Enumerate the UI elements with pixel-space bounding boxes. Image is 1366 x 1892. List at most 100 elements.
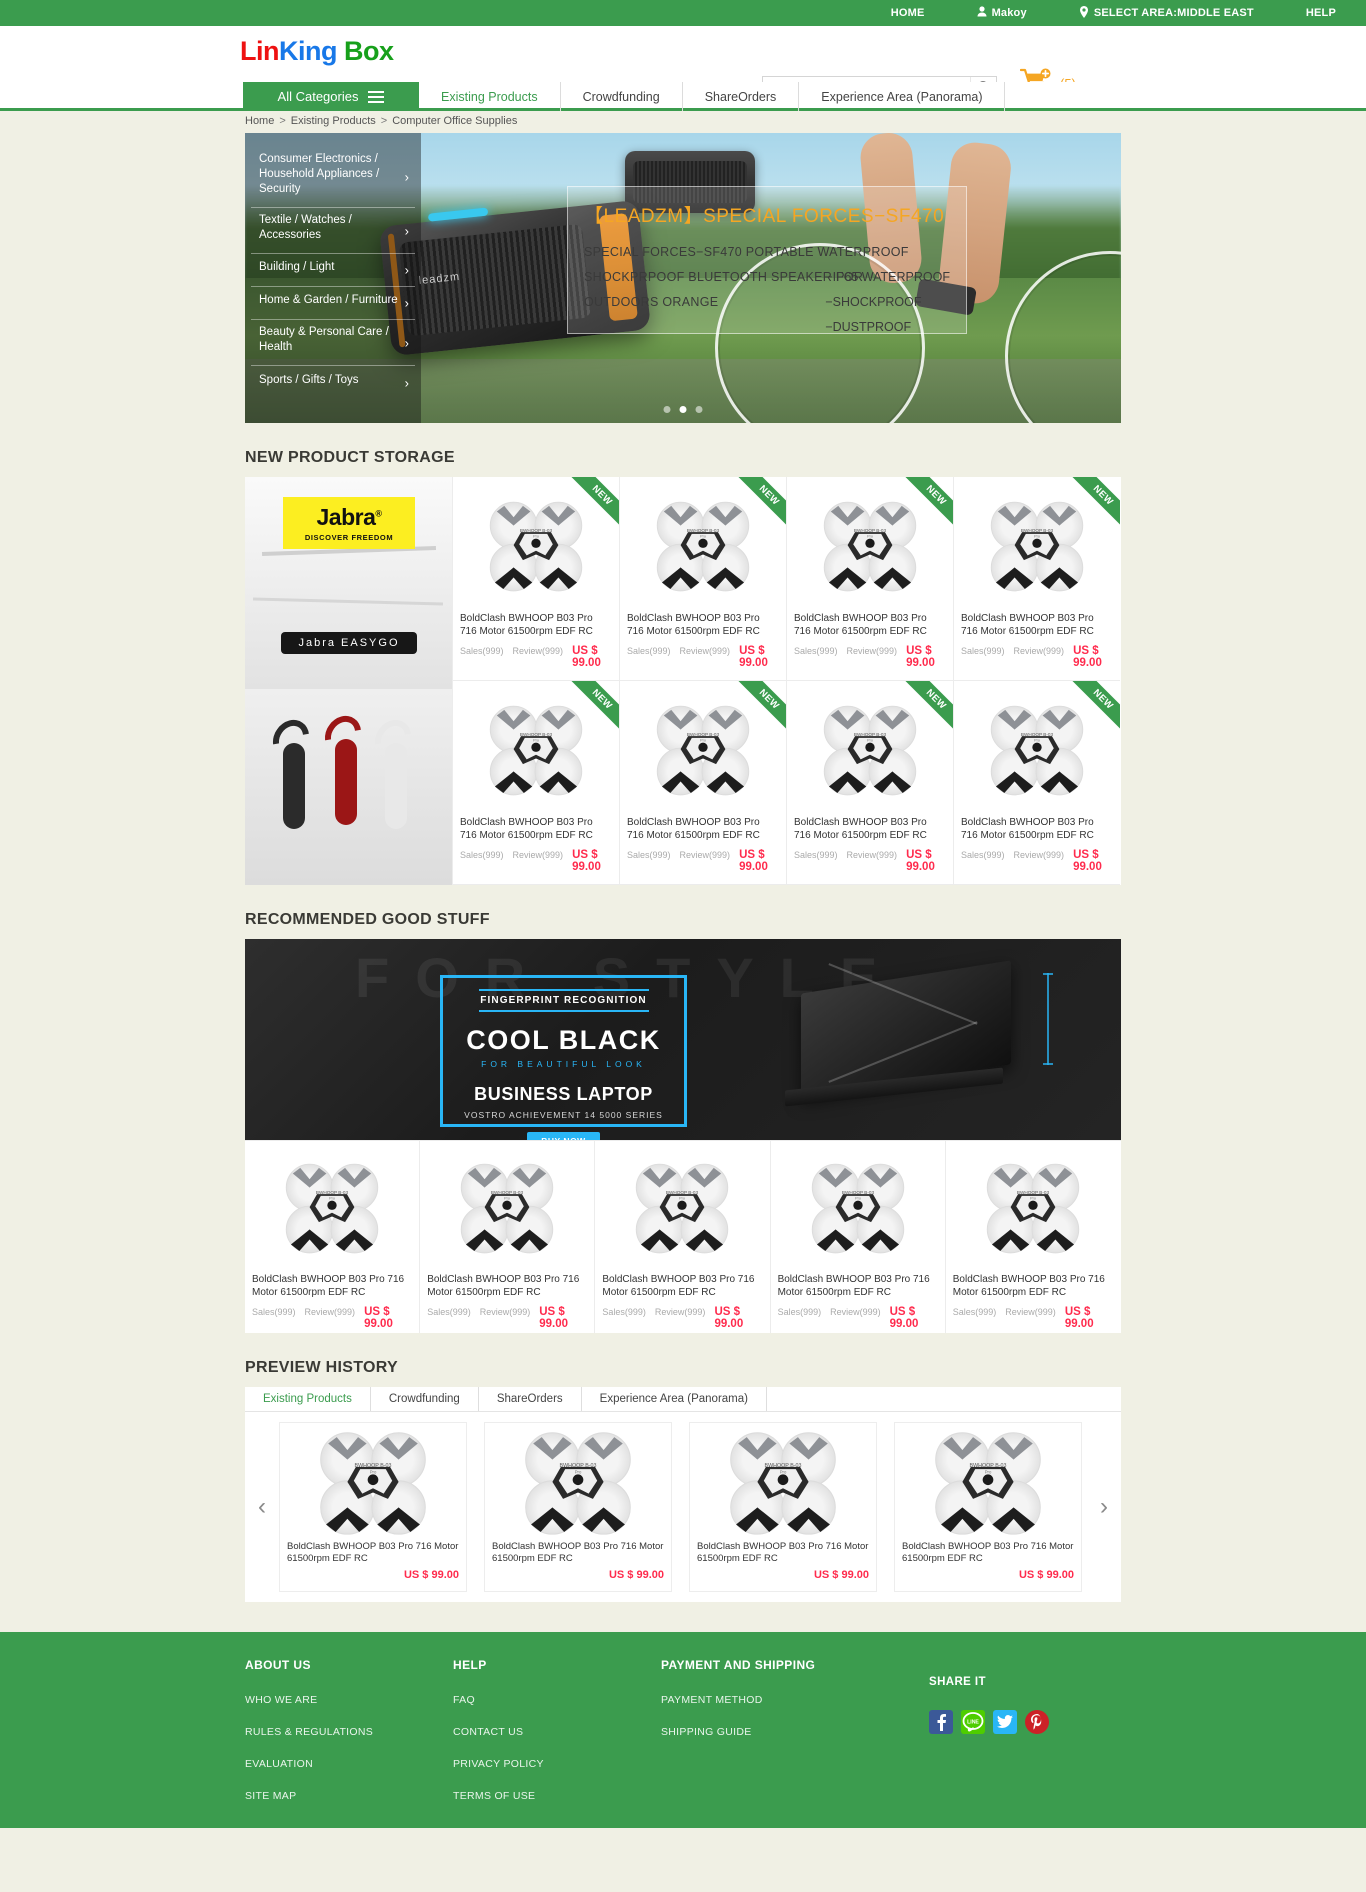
product-title: BoldClash BWHOOP B03 Pro 716 Motor 61500… [961,613,1094,637]
product-card[interactable]: NEW BWHOOP B-03 Pro BoldClash BWHOOP B03… [452,681,619,885]
preview-history-track: BWHOOP B-03 Pro BoldClash BWHOOP B03 Pro… [279,1412,1087,1602]
pinterest-icon[interactable] [1025,1710,1049,1734]
product-price: US $ 99.00 [739,849,768,873]
svg-text:BWHOOP B-03: BWHOOP B-03 [842,1190,875,1195]
product-info: BoldClash BWHOOP B03 Pro 716 Motor 61500… [787,612,953,669]
tab-experience-area[interactable]: Experience Area (Panorama) [582,1387,767,1411]
product-card[interactable]: BWHOOP B-03 Pro BoldClash BWHOOP B03 Pro… [420,1141,596,1333]
product-card[interactable]: NEW BWHOOP B-03 Pro BoldClash BWHOOP B03… [619,477,786,681]
svg-text:Pro: Pro [1034,534,1040,538]
breadcrumb-item-computer-office-supplies[interactable]: Computer Office Supplies [392,115,517,127]
carousel-dot-1[interactable] [663,406,671,413]
topbar-help-link[interactable]: HELP [1306,7,1336,19]
category-item-building-light[interactable]: Building / Light › [251,254,415,287]
breadcrumb-item-existing-products[interactable]: Existing Products [291,115,376,127]
category-item-sports-gifts-toys[interactable]: Sports / Gifts / Toys › [251,366,415,399]
footer-link-evaluation[interactable]: EVALUATION [245,1758,453,1770]
product-price: US $ 99.00 [889,1306,919,1330]
tab-crowdfunding[interactable]: Crowdfunding [371,1387,479,1411]
site-logo[interactable]: LinKing Box [240,36,394,67]
chevron-right-icon: › [404,335,409,350]
history-product-card[interactable]: BWHOOP B-03 Pro BoldClash BWHOOP B03 Pro… [484,1422,672,1592]
nav-item-existing-products[interactable]: Existing Products [419,82,561,111]
footer-link-rules-regulations[interactable]: RULES & REGULATIONS [245,1726,453,1738]
jabra-logo: Jabra® DISCOVER FREEDOM [283,497,415,549]
hero-feature-bullets: −IP65 WATERPROOF −SHOCKPROOF −DUSTPROOF [825,265,950,340]
product-card[interactable]: NEW BWHOOP B-03 Pro BoldClash BWHOOP B03… [786,477,953,681]
svg-text:LINE: LINE [967,1720,979,1726]
product-card[interactable]: NEW BWHOOP B-03 Pro BoldClash BWHOOP B03… [452,477,619,681]
nav-item-experience-area[interactable]: Experience Area (Panorama) [799,82,1006,111]
tab-existing-products[interactable]: Existing Products [245,1387,371,1411]
all-categories-button[interactable]: All Categories [243,82,419,111]
nav-item-crowdfunding[interactable]: Crowdfunding [561,82,683,111]
carousel-prev-button[interactable]: ‹ [245,1412,279,1602]
footer-link-site-map[interactable]: SITE MAP [245,1790,453,1802]
product-sales-count: Sales(999) [952,1307,997,1317]
section-title-preview-history: PREVIEW HISTORY [245,1359,398,1376]
product-card[interactable]: BWHOOP B-03 Pro BoldClash BWHOOP B03 Pro… [595,1141,771,1333]
product-card[interactable]: NEW BWHOOP B-03 Pro BoldClash BWHOOP B03… [953,477,1120,681]
product-title: BoldClash BWHOOP B03 Pro 716 Motor 61500… [777,1274,930,1298]
product-card[interactable]: NEW BWHOOP B-03 Pro BoldClash BWHOOP B03… [953,681,1120,885]
product-price: US $ 99.00 [364,1306,393,1330]
svg-text:BWHOOP B-03: BWHOOP B-03 [1021,528,1054,533]
history-product-card[interactable]: BWHOOP B-03 Pro BoldClash BWHOOP B03 Pro… [689,1422,877,1592]
topbar-select-area[interactable]: SELECT AREA: MIDDLE EAST [1079,5,1254,21]
drone-product-image: BWHOOP B-03 Pro [811,1163,904,1254]
product-sales-count: Sales(999) [961,646,1005,656]
product-card[interactable]: BWHOOP B-03 Pro BoldClash BWHOOP B03 Pro… [770,1141,946,1333]
nav-item-shareorders[interactable]: ShareOrders [683,82,800,111]
category-item-consumer-electronics[interactable]: Consumer Electronics / Household Applian… [251,147,415,208]
line-icon[interactable]: LINE [961,1710,985,1734]
footer-heading: HELP [453,1658,487,1672]
category-item-textile-watches[interactable]: Textile / Watches / Accessories › [251,208,415,254]
footer-link-privacy-policy[interactable]: PRIVACY POLICY [453,1758,661,1770]
product-review-count: Review(999) [846,646,898,656]
footer-link-payment-method[interactable]: PAYMENT METHOD [661,1694,929,1706]
footer-link-contact-us[interactable]: CONTACT US [453,1726,661,1738]
all-categories-label: All Categories [277,89,359,104]
product-image-wrap: BWHOOP B-03 Pro [485,1423,671,1541]
jabra-promo-banner[interactable]: Jabra® DISCOVER FREEDOM Jabra EASYGO [245,477,452,885]
history-product-card[interactable]: BWHOOP B-03 Pro BoldClash BWHOOP B03 Pro… [279,1422,467,1592]
category-item-beauty-health[interactable]: Beauty & Personal Care / Health › [251,320,415,366]
recommended-product-row: BWHOOP B-03 Pro BoldClash BWHOOP B03 Pro… [245,1140,1121,1333]
category-label: Beauty & Personal Care / Health [259,326,389,353]
svg-text:BWHOOP B-03: BWHOOP B-03 [687,528,720,533]
laptop-promo-banner[interactable]: FOR STYLE FINGERPRINT RECOGNITION COOL B… [245,939,1121,1140]
product-card[interactable]: BWHOOP B-03 Pro BoldClash BWHOOP B03 Pro… [245,1141,421,1333]
history-product-card[interactable]: BWHOOP B-03 Pro BoldClash BWHOOP B03 Pro… [894,1422,1082,1592]
topbar-home-link[interactable]: HOME [891,7,925,19]
section-title-new-product-storage: NEW PRODUCT STORAGE [245,449,455,466]
carousel-dot-2[interactable] [679,406,687,413]
topbar-user-link[interactable]: Makoy [977,6,1027,20]
footer-link-who-we-are[interactable]: WHO WE ARE [245,1694,453,1706]
logo-part-box: Box [337,36,394,66]
carousel-next-button[interactable]: › [1087,1412,1121,1602]
twitter-icon[interactable] [993,1710,1017,1734]
jabra-tagline: DISCOVER FREEDOM [304,533,394,542]
footer-link-faq[interactable]: FAQ [453,1694,661,1706]
product-price: US $ 99.00 [714,1306,744,1330]
svg-text:BWHOOP B-03: BWHOOP B-03 [520,528,553,533]
product-card[interactable]: NEW BWHOOP B-03 Pro BoldClash BWHOOP B03… [786,681,953,885]
carousel-dot-3[interactable] [695,406,703,413]
buy-now-button[interactable]: BUY NOW [527,1132,600,1140]
svg-text:BWHOOP B-03: BWHOOP B-03 [687,732,720,737]
category-label: Building / Light [259,261,335,273]
breadcrumb-item-home[interactable]: Home [245,115,274,127]
product-sales-count: Sales(999) [627,850,671,860]
facebook-icon[interactable] [929,1710,953,1734]
svg-text:Pro: Pro [780,1469,787,1474]
footer-link-shipping-guide[interactable]: SHIPPING GUIDE [661,1726,929,1738]
product-info: BoldClash BWHOOP B03 Pro 716 Motor 61500… [771,1273,945,1330]
product-card[interactable]: NEW BWHOOP B-03 Pro BoldClash BWHOOP B03… [619,681,786,885]
footer-link-terms-of-use[interactable]: TERMS OF USE [453,1790,661,1802]
tab-shareorders[interactable]: ShareOrders [479,1387,582,1411]
product-card[interactable]: BWHOOP B-03 Pro BoldClash BWHOOP B03 Pro… [945,1141,1121,1333]
product-sales-count: Sales(999) [460,850,504,860]
category-item-home-garden[interactable]: Home & Garden / Furniture › [251,287,415,320]
jabra-trademark: ® [375,508,382,519]
svg-text:Pro: Pro [1034,738,1040,742]
